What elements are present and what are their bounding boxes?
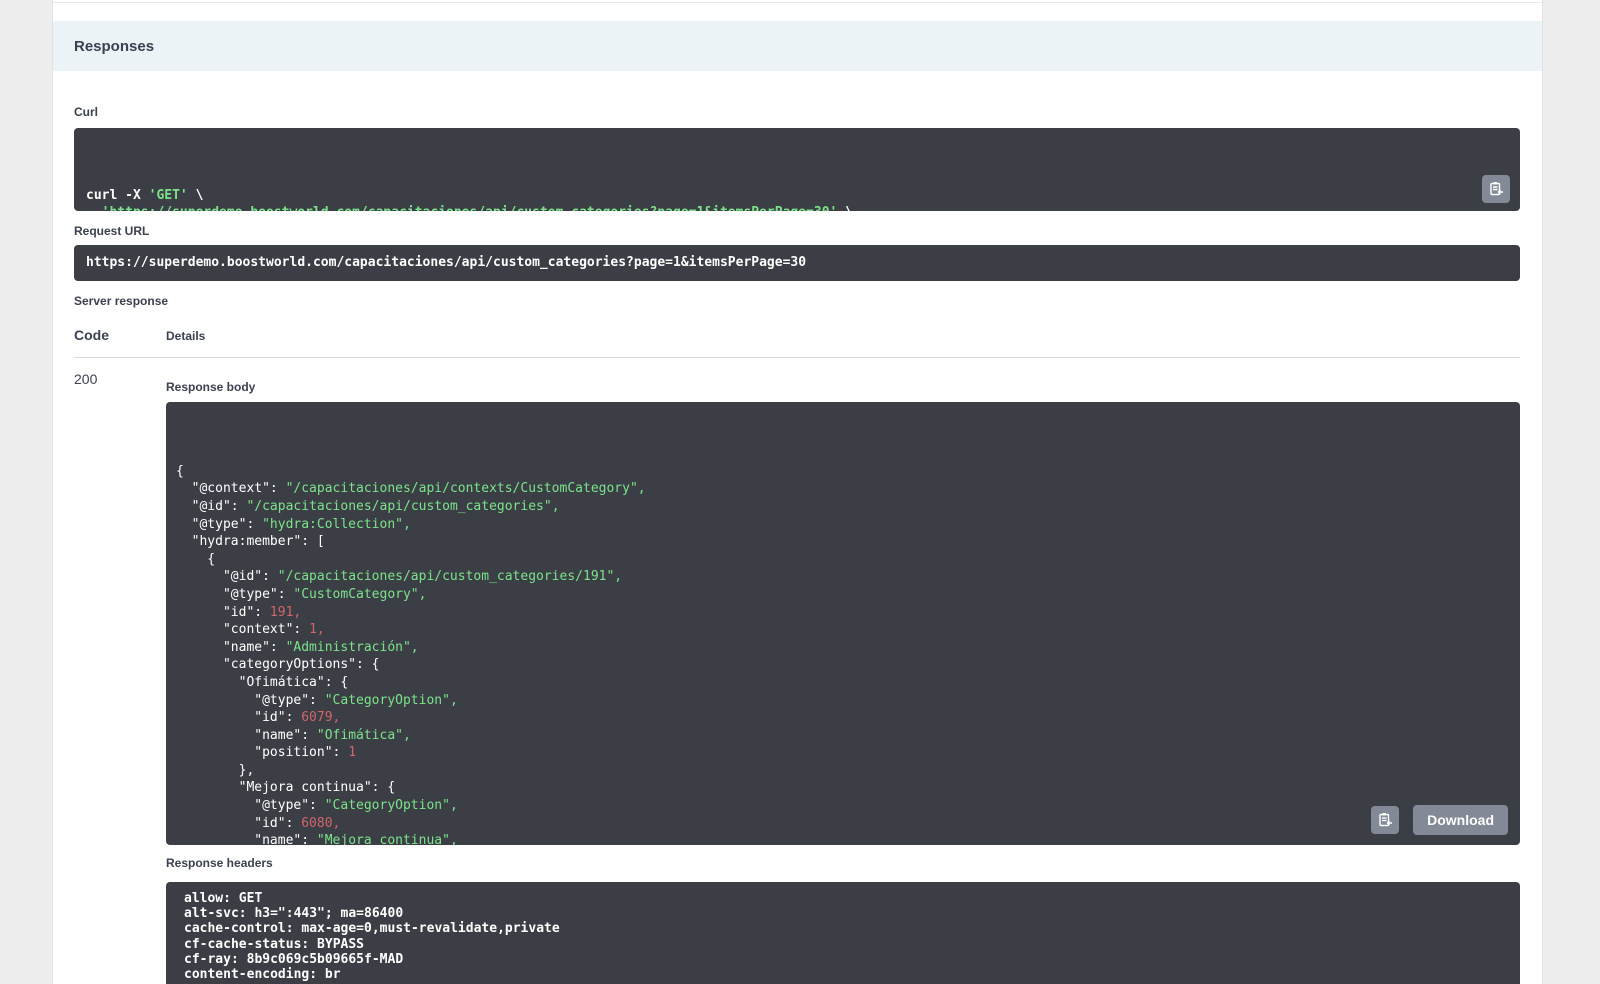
code-line: "Ofimática": { xyxy=(176,674,1510,692)
code-line: cf-ray: 8b9c069c5b09665f-MAD xyxy=(184,952,1502,967)
code-line: "context": 1, xyxy=(176,621,1510,639)
code-line: cache-control: max-age=0,must-revalidate… xyxy=(184,921,1502,936)
copy-to-clipboard-button[interactable] xyxy=(1371,806,1399,834)
code-line: 'https://superdemo.boostworld.com/capaci… xyxy=(86,204,1508,211)
operation-responses-panel: Responses Curl curl -X 'GET' \ 'https://… xyxy=(52,0,1543,984)
code-line: "hydra:member": [ xyxy=(176,533,1510,551)
server-response-table-header: Code Details xyxy=(74,327,1520,343)
code-line: "position": 1 xyxy=(176,744,1510,762)
divider xyxy=(53,2,1542,3)
copy-to-clipboard-button[interactable] xyxy=(1482,175,1510,203)
table-header-divider xyxy=(74,357,1520,358)
curl-command-block[interactable]: curl -X 'GET' \ 'https://superdemo.boost… xyxy=(74,128,1520,211)
code-line: content-encoding: br xyxy=(184,967,1502,982)
status-code: 200 xyxy=(74,370,166,984)
details-column-header: Details xyxy=(166,329,205,343)
code-line: "@type": "hydra:Collection", xyxy=(176,516,1510,534)
request-url-label: Request URL xyxy=(74,224,1520,238)
code-line: "name": "Ofimática", xyxy=(176,727,1510,745)
code-line: "@type": "CategoryOption", xyxy=(176,797,1510,815)
clipboard-copy-icon xyxy=(1377,812,1393,828)
server-response-label: Server response xyxy=(74,294,1520,308)
code-line: "@context": "/capacitaciones/api/context… xyxy=(176,480,1510,498)
code-line: { xyxy=(176,463,1510,481)
code-line: "id": 6080, xyxy=(176,815,1510,833)
responses-title: Responses xyxy=(74,38,154,55)
clipboard-copy-icon xyxy=(1488,181,1504,197)
response-headers-block[interactable]: allow: GETalt-svc: h3=":443"; ma=86400ca… xyxy=(166,882,1520,984)
code-line: cf-cache-status: BYPASS xyxy=(184,937,1502,952)
code-line: "id": 191, xyxy=(176,604,1510,622)
response-body-label: Response body xyxy=(166,380,1520,394)
code-line: "id": 6079, xyxy=(176,709,1510,727)
code-line: "categoryOptions": { xyxy=(176,656,1510,674)
code-line: { xyxy=(176,551,1510,569)
code-line: curl -X 'GET' \ xyxy=(86,187,1508,204)
request-url-value: https://superdemo.boostworld.com/capacit… xyxy=(74,245,1520,281)
code-line: "name": "Mejora continua", xyxy=(176,832,1510,845)
curl-label: Curl xyxy=(74,105,1520,119)
code-line: "name": "Administración", xyxy=(176,639,1510,657)
code-line: allow: GET xyxy=(184,891,1502,906)
code-line: "@type": "CustomCategory", xyxy=(176,586,1510,604)
code-line: alt-svc: h3=":443"; ma=86400 xyxy=(184,906,1502,921)
code-line: "@id": "/capacitaciones/api/custom_categ… xyxy=(176,568,1510,586)
response-row-200: 200 Response body xyxy=(74,370,1520,984)
code-line: "Mejora continua": { xyxy=(176,779,1510,797)
code-line: "@id": "/capacitaciones/api/custom_categ… xyxy=(176,498,1510,516)
responses-section-header: Responses xyxy=(53,21,1542,71)
response-body-block[interactable]: Download { "@context": "/capacitaciones/… xyxy=(166,402,1520,845)
download-button[interactable]: Download xyxy=(1413,805,1508,835)
code-line: "@type": "CategoryOption", xyxy=(176,692,1510,710)
code-line: }, xyxy=(176,762,1510,780)
response-headers-label: Response headers xyxy=(166,856,1520,870)
code-column-header: Code xyxy=(74,327,166,343)
